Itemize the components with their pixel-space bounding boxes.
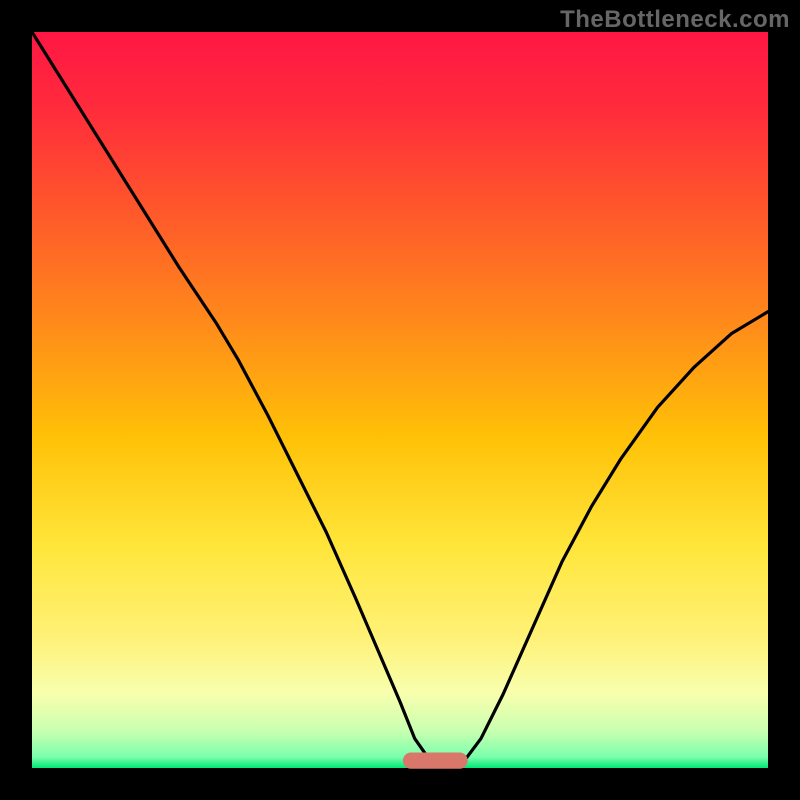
chart-container: TheBottleneck.com [0, 0, 800, 800]
optimal-marker [403, 753, 468, 769]
plot-background [32, 32, 768, 768]
watermark-label: TheBottleneck.com [560, 6, 790, 34]
bottleneck-chart [0, 0, 800, 800]
